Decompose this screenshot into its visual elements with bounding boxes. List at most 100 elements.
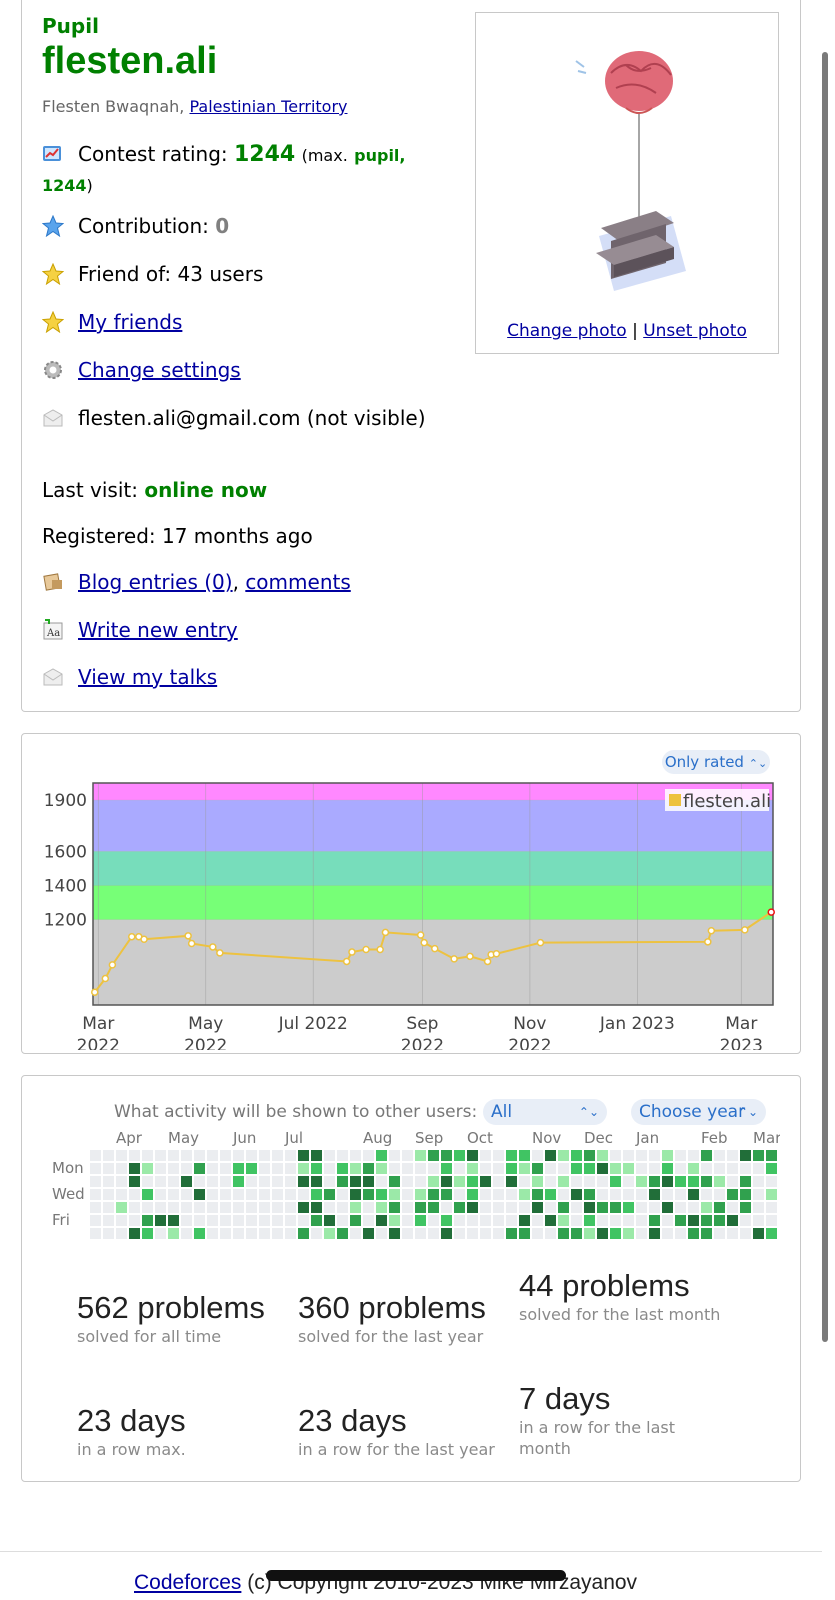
activity-day-cell bbox=[662, 1189, 673, 1200]
activity-day-cell bbox=[688, 1189, 699, 1200]
rating-point bbox=[483, 957, 492, 966]
stat-label: solved for the last year bbox=[298, 1327, 484, 1346]
activity-day-cell bbox=[220, 1176, 231, 1187]
codeforces-link[interactable]: Codeforces bbox=[134, 1571, 241, 1594]
activity-day-cell bbox=[233, 1163, 244, 1174]
activity-day-cell bbox=[142, 1150, 153, 1161]
activity-day-cell bbox=[129, 1228, 140, 1239]
unset-photo-link[interactable]: Unset photo bbox=[643, 321, 747, 341]
change-photo-link[interactable]: Change photo bbox=[507, 321, 627, 341]
activity-day-cell bbox=[272, 1163, 283, 1174]
max-rating-suffix: ) bbox=[86, 176, 93, 195]
comments-link[interactable]: comments bbox=[245, 570, 350, 594]
scrollbar[interactable] bbox=[822, 52, 828, 1342]
activity-day-cell bbox=[467, 1163, 478, 1174]
activity-day-cell bbox=[636, 1228, 647, 1239]
activity-day-cell bbox=[402, 1163, 413, 1174]
rating-point bbox=[216, 949, 224, 957]
change-settings-link[interactable]: Change settings bbox=[78, 358, 241, 382]
activity-day-cell bbox=[545, 1150, 556, 1161]
activity-day-cell bbox=[142, 1228, 153, 1239]
activity-day-cell bbox=[402, 1150, 413, 1161]
activity-day-cell bbox=[753, 1163, 764, 1174]
activity-day-cell bbox=[480, 1189, 491, 1200]
write-entry-link[interactable]: Write new entry bbox=[78, 618, 238, 642]
footer-divider bbox=[0, 1551, 822, 1552]
my-friends-link[interactable]: My friends bbox=[78, 310, 182, 334]
blog-entries-link[interactable]: Blog entries (0) bbox=[78, 570, 233, 594]
activity-day-cell bbox=[753, 1202, 764, 1213]
activity-day-cell bbox=[324, 1215, 335, 1226]
weekday-label: Fri bbox=[52, 1211, 70, 1229]
photo-link-separator: | bbox=[632, 321, 638, 341]
activity-day-cell bbox=[571, 1189, 582, 1200]
activity-day-cell bbox=[155, 1150, 166, 1161]
activity-day-cell bbox=[571, 1202, 582, 1213]
rating-point bbox=[376, 945, 384, 954]
activity-day-cell bbox=[610, 1150, 621, 1161]
activity-day-cell bbox=[506, 1215, 517, 1226]
activity-day-cell bbox=[194, 1228, 205, 1239]
email-text: flesten.ali@gmail.com (not visible) bbox=[78, 406, 426, 430]
blog-line: Blog entries (0), comments bbox=[42, 568, 452, 596]
activity-day-cell bbox=[311, 1176, 322, 1187]
rating-point bbox=[536, 938, 545, 947]
activity-day-cell bbox=[350, 1215, 361, 1226]
stat-value: 23 days bbox=[77, 1403, 186, 1438]
activity-day-cell bbox=[584, 1228, 595, 1239]
activity-day-cell bbox=[259, 1202, 270, 1213]
activity-day-cell bbox=[103, 1150, 114, 1161]
activity-day-cell bbox=[467, 1215, 478, 1226]
activity-day-cell bbox=[454, 1215, 465, 1226]
activity-day-cell bbox=[285, 1202, 296, 1213]
activity-day-cell bbox=[662, 1228, 673, 1239]
activity-day-cell bbox=[727, 1163, 738, 1174]
choose-year-select[interactable]: Choose year ⌃⌄ bbox=[631, 1099, 766, 1125]
activity-day-cell bbox=[246, 1228, 257, 1239]
activity-day-cell bbox=[220, 1215, 231, 1226]
activity-day-cell bbox=[610, 1176, 621, 1187]
only-rated-label: Only rated bbox=[664, 753, 744, 771]
activity-day-cell bbox=[597, 1176, 608, 1187]
rating-point bbox=[381, 928, 390, 937]
activity-day-cell bbox=[376, 1150, 387, 1161]
activity-day-cell bbox=[753, 1189, 764, 1200]
activity-day-cell bbox=[532, 1176, 543, 1187]
activity-day-cell bbox=[168, 1176, 179, 1187]
activity-day-cell bbox=[584, 1202, 595, 1213]
activity-day-cell bbox=[584, 1176, 595, 1187]
activity-day-cell bbox=[454, 1150, 465, 1161]
activity-day-cell bbox=[389, 1215, 400, 1226]
activity-day-cell bbox=[246, 1176, 257, 1187]
activity-visibility-select[interactable]: All ⌃⌄ bbox=[483, 1099, 607, 1125]
activity-day-cell bbox=[311, 1202, 322, 1213]
activity-day-cell bbox=[246, 1163, 257, 1174]
activity-day-cell bbox=[194, 1176, 205, 1187]
view-talks-link[interactable]: View my talks bbox=[78, 665, 217, 689]
activity-day-cell bbox=[727, 1202, 738, 1213]
rating-band bbox=[93, 919, 773, 1005]
month-label: Feb bbox=[701, 1129, 728, 1147]
activity-day-cell bbox=[194, 1163, 205, 1174]
x-tick-label: Jul 2022 bbox=[278, 1014, 348, 1034]
activity-day-cell bbox=[90, 1150, 101, 1161]
activity-day-cell bbox=[116, 1176, 127, 1187]
activity-day-cell bbox=[441, 1150, 452, 1161]
month-label: Jan bbox=[635, 1129, 659, 1147]
activity-day-cell bbox=[142, 1163, 153, 1174]
activity-day-cell bbox=[480, 1215, 491, 1226]
activity-day-cell bbox=[714, 1215, 725, 1226]
contribution-value: 0 bbox=[215, 214, 230, 238]
activity-day-cell bbox=[272, 1215, 283, 1226]
activity-day-cell bbox=[337, 1215, 348, 1226]
only-rated-toggle[interactable]: Only rated ⌃⌄ bbox=[662, 750, 770, 774]
activity-day-cell bbox=[337, 1228, 348, 1239]
activity-day-cell bbox=[129, 1202, 140, 1213]
activity-day-cell bbox=[558, 1228, 569, 1239]
activity-day-cell bbox=[441, 1202, 452, 1213]
country-link[interactable]: Palestinian Territory bbox=[189, 97, 347, 116]
activity-day-cell bbox=[155, 1202, 166, 1213]
activity-day-cell bbox=[168, 1189, 179, 1200]
activity-day-cell bbox=[740, 1163, 751, 1174]
activity-day-cell bbox=[116, 1228, 127, 1239]
